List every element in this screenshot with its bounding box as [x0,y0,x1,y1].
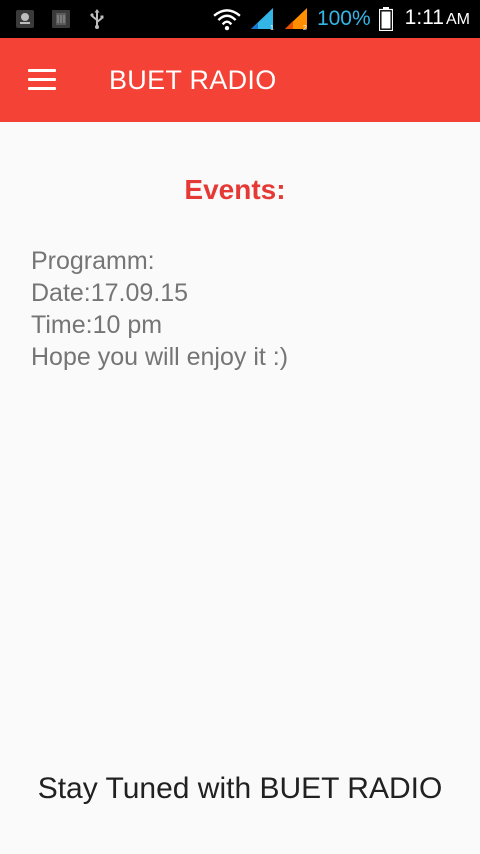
clock-ampm: AM [446,11,470,28]
usb-icon [90,9,104,29]
app-bar: BUET RADIO [0,38,480,122]
status-bar-system: 1 2 100% 1:11 AM [213,6,470,32]
menu-line-middle [28,78,56,81]
wifi-icon [213,9,241,31]
status-bar: 1 2 100% 1:11 AM [0,0,480,38]
svg-text:1: 1 [270,25,274,31]
status-bar-notifications [14,8,108,30]
clock-time: 1:11 [404,6,444,29]
signal-sim1-icon: 1 [250,8,274,31]
events-heading: Events: [184,174,286,205]
menu-line-top [28,69,56,72]
app-title: BUET RADIO [109,65,277,95]
event-time-line: Time:10 pm [31,311,163,339]
sim-card-icon [52,10,70,28]
battery-percent: 100% [316,7,371,30]
event-program-line: Programm: [31,247,155,275]
notification-icon [16,10,34,28]
hamburger-menu-icon[interactable] [26,67,58,93]
event-message-line: Hope you will enjoy it :) [31,343,289,371]
event-details: Programm: Date:17.09.15 Time:10 pm Hope … [31,245,288,373]
menu-line-bottom [28,87,56,90]
event-date-line: Date:17.09.15 [31,279,189,307]
svg-text:2: 2 [303,25,307,31]
signal-sim2-icon: 2 [284,8,307,31]
footer-tagline: Stay Tuned with BUET RADIO [37,772,443,805]
battery-icon [378,7,393,31]
status-clock: 1:11 AM [405,5,470,33]
